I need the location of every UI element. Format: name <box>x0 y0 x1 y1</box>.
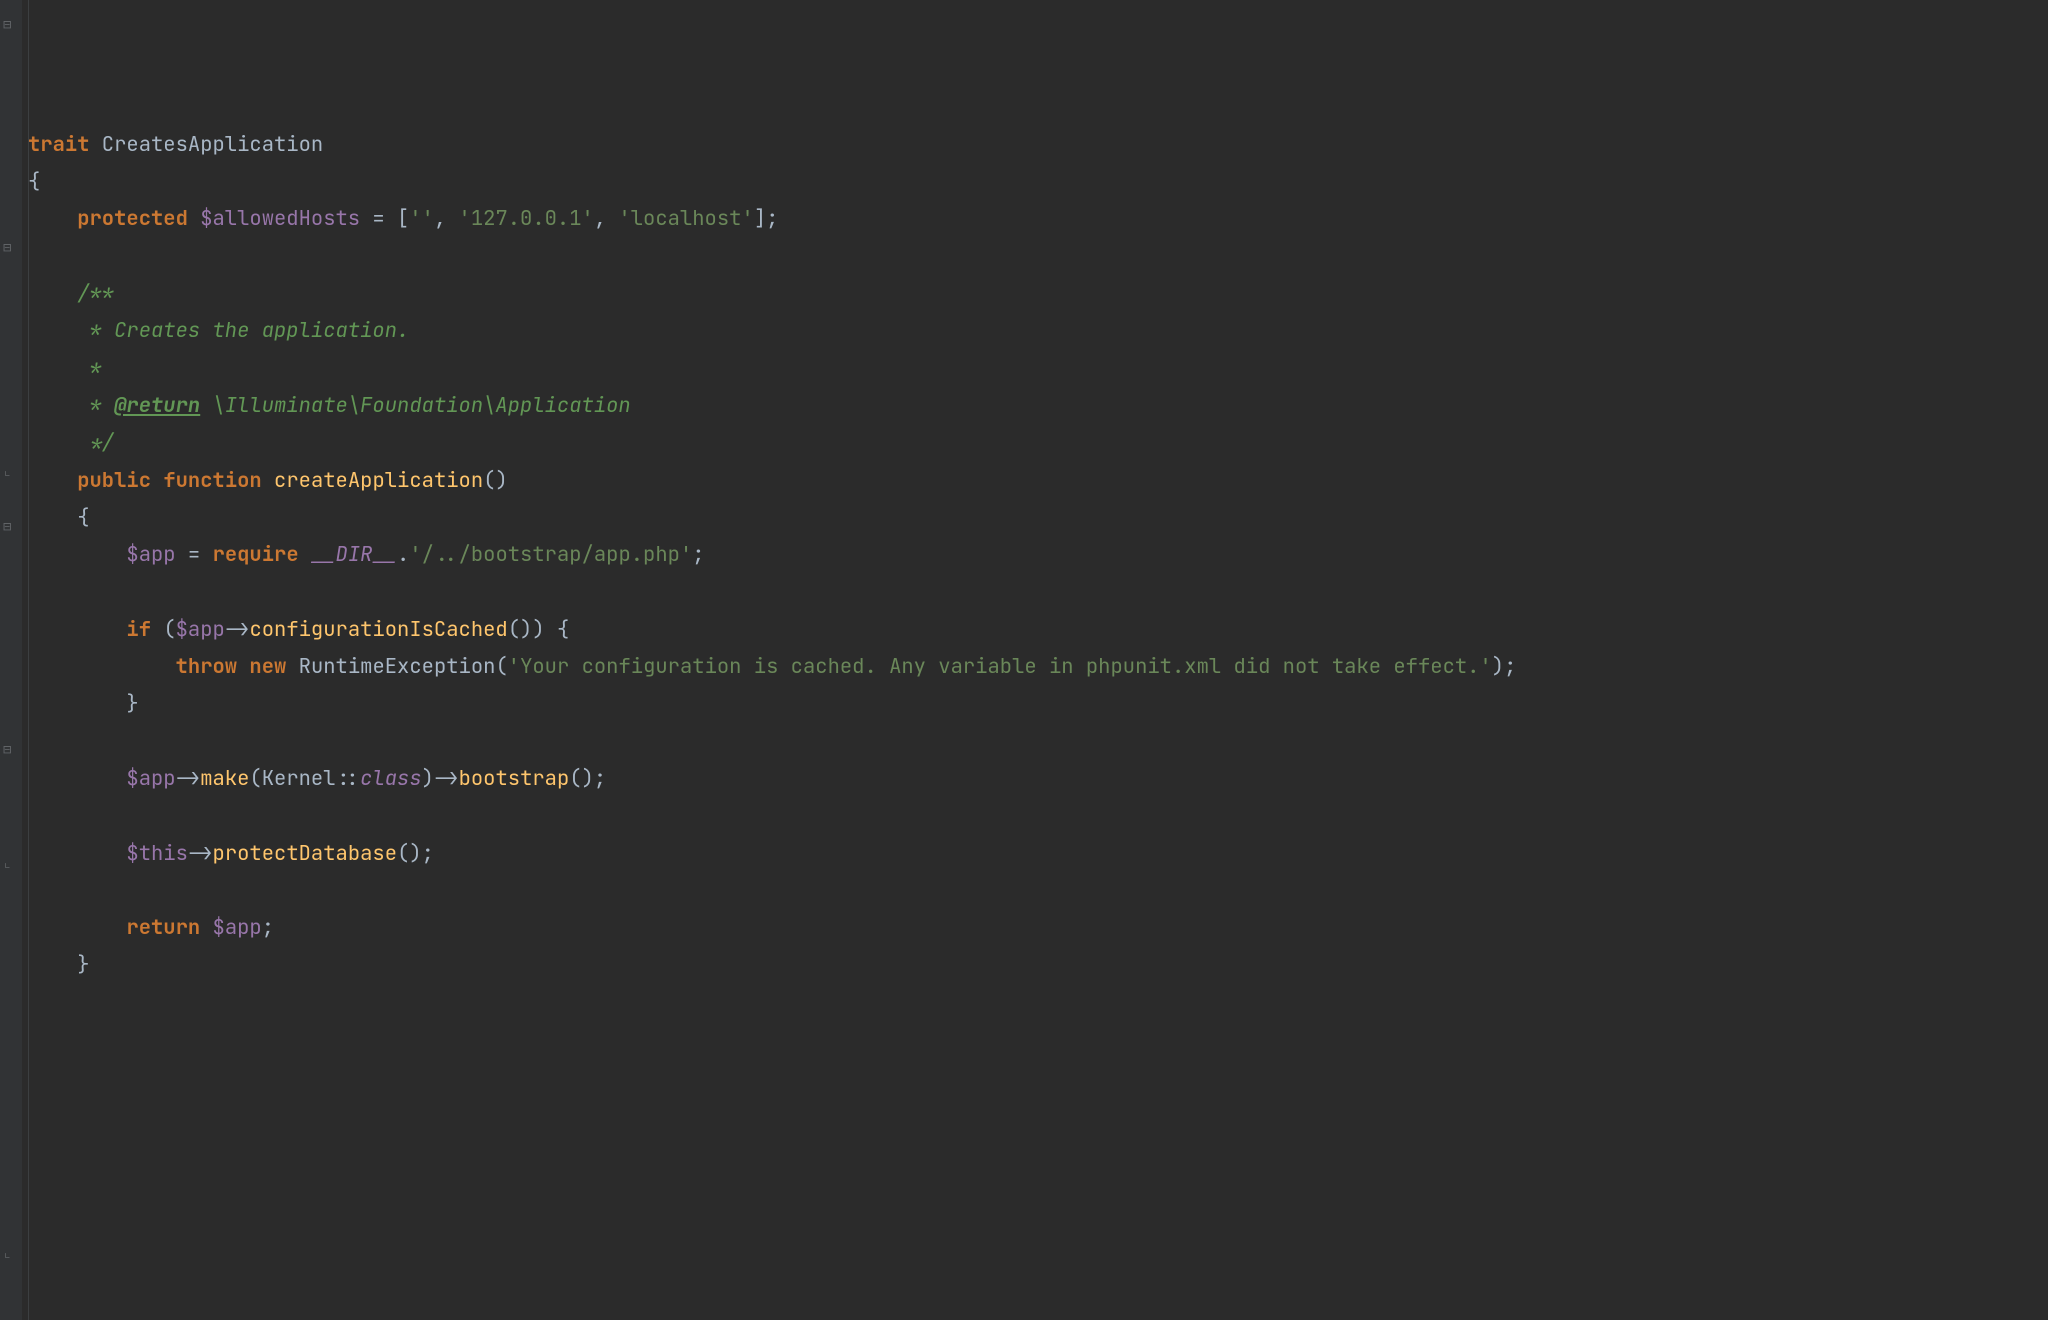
code-line: public function createApplication() <box>28 462 2048 499</box>
code-line: $app->make(Kernel::class)->bootstrap(); <box>28 760 2048 797</box>
code-line: } <box>28 685 2048 722</box>
code-line: $app = require __DIR__.'/../bootstrap/ap… <box>28 536 2048 573</box>
code-area[interactable]: trait CreatesApplication{ protected $all… <box>22 0 2048 1320</box>
fold-end-icon: ⌞ <box>3 1246 17 1260</box>
code-line: /** <box>28 275 2048 312</box>
code-line: { <box>28 163 2048 200</box>
code-line: $this->protectDatabase(); <box>28 835 2048 872</box>
code-editor[interactable]: ⊟ ⊟ ⌞ ⊟ ⊟ ⌞ ⌞ trait CreatesApplication{ … <box>0 0 2048 1320</box>
code-line: * @return \Illuminate\Foundation\Applica… <box>28 387 2048 424</box>
code-line <box>28 238 2048 275</box>
code-line: if ($app->configurationIsCached()) { <box>28 611 2048 648</box>
code-line: protected $allowedHosts = ['', '127.0.0.… <box>28 200 2048 237</box>
fold-end-icon: ⌞ <box>3 464 17 478</box>
code-line <box>28 872 2048 909</box>
fold-marker-icon[interactable]: ⊟ <box>3 743 17 757</box>
fold-marker-icon[interactable]: ⊟ <box>3 520 17 534</box>
fold-end-icon: ⌞ <box>3 856 17 870</box>
code-line: } <box>28 946 2048 983</box>
code-line: * <box>28 350 2048 387</box>
code-line: throw new RuntimeException('Your configu… <box>28 648 2048 685</box>
code-line: */ <box>28 424 2048 461</box>
fold-marker-icon[interactable]: ⊟ <box>3 241 17 255</box>
fold-marker-icon[interactable]: ⊟ <box>3 18 17 32</box>
code-line <box>28 573 2048 610</box>
code-line: return $app; <box>28 909 2048 946</box>
code-line: { <box>28 499 2048 536</box>
code-line: trait CreatesApplication <box>28 126 2048 163</box>
folding-gutter[interactable]: ⊟ ⊟ ⌞ ⊟ ⊟ ⌞ ⌞ <box>0 0 22 1320</box>
code-line: * Creates the application. <box>28 312 2048 349</box>
code-line <box>28 723 2048 760</box>
code-line <box>28 797 2048 834</box>
